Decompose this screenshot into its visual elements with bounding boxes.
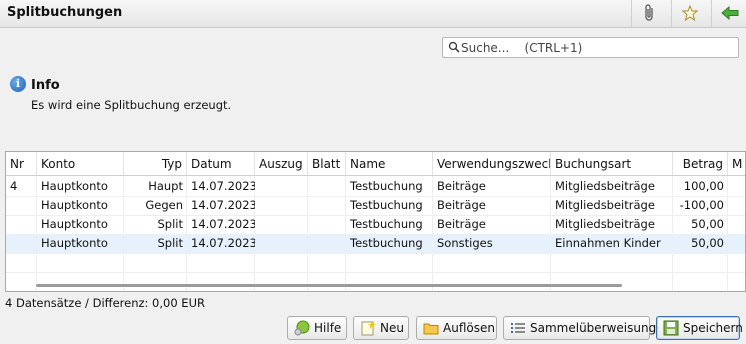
cell-auszug (255, 196, 308, 215)
cell-datum: 14.07.2023 (191, 179, 255, 193)
info-message: Es wird eine Splitbuchung erzeugt. (31, 98, 232, 112)
back-button[interactable] (711, 0, 746, 28)
column-header-name[interactable]: Name (346, 152, 433, 175)
column-header-buchungsart[interactable]: Buchungsart (551, 152, 673, 175)
table-row[interactable]: Hauptkonto Gegen 14.07.2023 Testbuchung … (6, 196, 745, 215)
cell-buchungsart: Mitgliedsbeiträge (555, 179, 655, 193)
horizontal-scrollbar[interactable] (36, 284, 622, 287)
save-button-label: Speichern (683, 321, 743, 335)
table-header: Nr Konto Typ Datum Auszug Blatt Name Ver… (6, 152, 745, 176)
dissolve-button[interactable]: Auflösen (416, 316, 497, 340)
cell-auszug (255, 234, 308, 253)
cell-typ: Split (157, 217, 184, 231)
favorite-button[interactable] (671, 0, 707, 28)
cell-blatt (308, 196, 346, 215)
cell-verwendungszweck: Beiträge (437, 198, 486, 212)
column-header-blatt[interactable]: Blatt (308, 152, 346, 175)
new-button-label: Neu (380, 321, 404, 335)
column-header-typ[interactable]: Typ (124, 152, 187, 175)
cell-auszug (255, 215, 308, 234)
cell-konto: Hauptkonto (41, 217, 108, 231)
new-document-icon (360, 320, 376, 336)
list-icon (510, 320, 526, 336)
cell-blatt (308, 177, 346, 196)
cell-betrag: 50,00 (691, 217, 724, 231)
cell-typ: Gegen (145, 198, 183, 212)
new-button[interactable]: Neu (353, 316, 409, 340)
cell-name: Testbuchung (350, 236, 423, 250)
column-header-verwendungszweck[interactable]: Verwendungszweck (433, 152, 551, 175)
cell-datum: 14.07.2023 (191, 217, 255, 231)
cell-blatt (308, 234, 346, 253)
cell-konto: Hauptkonto (41, 179, 108, 193)
search-placeholder: Suche... (CTRL+1) (461, 41, 583, 55)
table-row-selected[interactable]: Hauptkonto Split 14.07.2023 Testbuchung … (6, 234, 745, 253)
column-header-datum[interactable]: Datum (187, 152, 255, 175)
star-icon (681, 4, 698, 24)
save-icon (663, 320, 679, 336)
column-header-konto[interactable]: Konto (37, 152, 124, 175)
cell-name: Testbuchung (350, 217, 423, 231)
save-button[interactable]: Speichern (656, 316, 743, 340)
cell-typ: Haupt (148, 179, 183, 193)
table-row[interactable]: 4 Hauptkonto Haupt 14.07.2023 Testbuchun… (6, 177, 745, 196)
cell-verwendungszweck: Beiträge (437, 217, 486, 231)
search-input[interactable]: Suche... (CTRL+1) (442, 37, 739, 58)
attachment-button[interactable] (631, 0, 667, 28)
paperclip-icon (642, 3, 658, 25)
column-header-nr[interactable]: Nr (6, 152, 37, 175)
cell-name: Testbuchung (350, 198, 423, 212)
cell-betrag: 100,00 (683, 179, 724, 193)
cell-auszug (255, 177, 308, 196)
folder-icon (423, 320, 439, 336)
split-bookings-table[interactable]: Nr Konto Typ Datum Auszug Blatt Name Ver… (5, 151, 746, 292)
cell-nr (6, 196, 37, 215)
dissolve-button-label: Auflösen (443, 321, 495, 335)
window-title: Splitbuchungen (7, 5, 123, 20)
cell-nr (6, 215, 37, 234)
title-bar: Splitbuchungen (0, 0, 746, 28)
arrow-left-icon (720, 5, 739, 23)
info-title: Info (31, 78, 60, 93)
table-row[interactable]: Hauptkonto Split 14.07.2023 Testbuchung … (6, 215, 745, 234)
info-icon: i (10, 76, 26, 92)
collective-transfer-button[interactable]: Sammelüberweisung (503, 316, 656, 340)
column-header-auszug[interactable]: Auszug (255, 152, 308, 175)
help-button-label: Hilfe (314, 321, 342, 335)
cell-konto: Hauptkonto (41, 198, 108, 212)
status-text: 4 Datensätze / Differenz: 0,00 EUR (5, 296, 205, 310)
column-header-m[interactable]: M (728, 152, 745, 175)
cell-nr: 4 (10, 179, 18, 193)
cell-verwendungszweck: Sonstiges (437, 236, 493, 250)
cell-buchungsart: Mitgliedsbeiträge (555, 198, 655, 212)
cell-betrag: -100,00 (679, 198, 724, 212)
help-icon (294, 320, 310, 336)
cell-blatt (308, 215, 346, 234)
column-header-betrag[interactable]: Betrag (673, 152, 728, 175)
cell-datum: 14.07.2023 (191, 198, 255, 212)
cell-datum: 14.07.2023 (191, 236, 255, 250)
collective-transfer-button-label: Sammelüberweisung (530, 321, 657, 335)
cell-nr (6, 234, 37, 253)
search-icon (448, 41, 460, 56)
cell-betrag: 50,00 (691, 236, 724, 250)
cell-konto: Hauptkonto (41, 236, 108, 250)
cell-name: Testbuchung (350, 179, 423, 193)
cell-buchungsart: Mitgliedsbeiträge (555, 217, 655, 231)
cell-verwendungszweck: Beiträge (437, 179, 486, 193)
cell-typ: Split (157, 236, 184, 250)
help-button[interactable]: Hilfe (287, 316, 347, 340)
cell-buchungsart: Einnahmen Kinder (555, 236, 661, 250)
